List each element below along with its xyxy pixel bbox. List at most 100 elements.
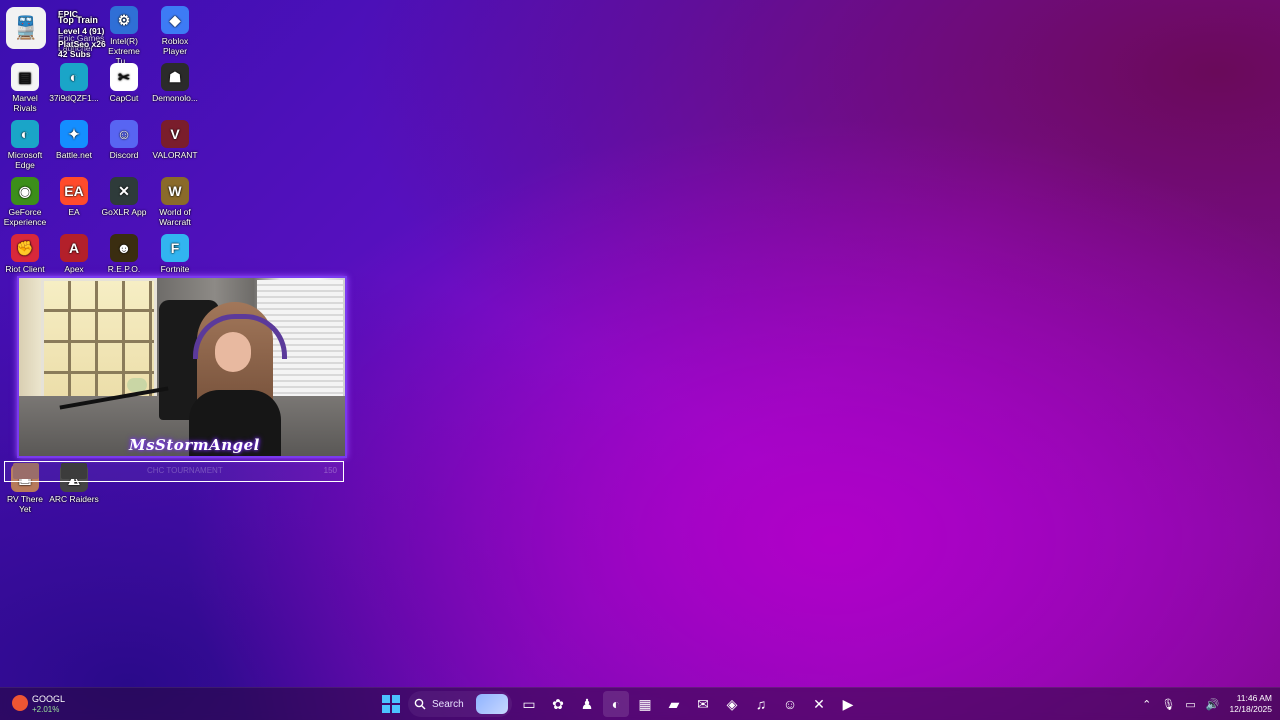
taskbar-app-clapper[interactable]: ▶ <box>835 691 861 717</box>
taskbar-app-teams[interactable]: ♟ <box>574 691 600 717</box>
windows-icon <box>382 695 400 713</box>
system-tray: ⌃ 🎙 ▭ 🔊 11:46 AM 12/18/2025 <box>1142 688 1272 720</box>
desktop-icon-label: VALORANT <box>152 150 198 160</box>
riot-icon: ✊ <box>11 234 39 262</box>
taskbar-app-task-view[interactable]: ▭ <box>516 691 542 717</box>
outlook-icon: ✉ <box>697 695 709 712</box>
microphone-icon[interactable]: 🎙 <box>1161 698 1175 711</box>
arc-raiders-thumbnail <box>61 463 87 479</box>
stock-icon <box>12 695 28 711</box>
document-icon: ▤ <box>11 63 39 91</box>
desktop-icon-discord[interactable]: ☺ Discord <box>99 120 149 160</box>
valorant-icon: V <box>161 120 189 148</box>
desktop-icon-apex[interactable]: A Apex <box>49 234 99 274</box>
desktop-icon-repo[interactable]: ☻ R.E.P.O. <box>99 234 149 274</box>
task-view-icon: ▭ <box>522 695 536 712</box>
desktop-icon-label: EA <box>68 207 80 217</box>
roblox-icon: ◆ <box>161 6 189 34</box>
desktop-icon-label: Battle.net <box>56 150 92 160</box>
badge-line-1: Top Train <box>58 15 98 25</box>
desktop-icon-demonologist[interactable]: ☗ Demonolo... <box>150 63 200 103</box>
teams-icon: ♟ <box>580 695 594 712</box>
apex-icon: A <box>60 234 88 262</box>
search-box[interactable]: Search <box>408 691 512 717</box>
desktop-icon-fortnite[interactable]: F Fortnite <box>150 234 200 274</box>
clock-date: 12/18/2025 <box>1229 704 1272 714</box>
streamer-name: MsStormAngel <box>129 436 260 454</box>
taskbar-app-clipchamp[interactable]: ◈ <box>719 691 745 717</box>
rv-thumbnail <box>13 463 39 479</box>
desktop-icon-label: Roblox Player <box>161 36 189 56</box>
discord-icon: ☺ <box>110 120 138 148</box>
taskbar-app-copilot[interactable]: ✿ <box>545 691 571 717</box>
clapper-icon: ▶ <box>842 695 854 712</box>
streamer <box>189 302 287 456</box>
clipchamp-icon: ◈ <box>726 695 738 712</box>
warcraft-icon: W <box>161 177 189 205</box>
desktop-icon-label: ARC Raiders <box>49 494 99 504</box>
desktop-icon-riot[interactable]: ✊ Riot Client <box>0 234 50 274</box>
taskbar-app-spotify[interactable]: ♫ <box>748 691 774 717</box>
taskbar: GOOGL +2.01% Search ▭ ✿ ♟ ◐ ▦ ▰ ✉ ◈ ♫ ☺ ✕ ▶ ⌃ 🎙 ▭ 🔊… <box>0 687 1280 720</box>
train-icon: 🚆 <box>6 7 46 49</box>
clock-time: 11:46 AM <box>1236 693 1272 703</box>
desktop-icon-roblox[interactable]: ◆ Roblox Player <box>150 6 200 56</box>
desktop-icon-geforce[interactable]: ◉ GeForce Experience <box>0 177 50 227</box>
desktop-icon-ea[interactable]: EA EA <box>49 177 99 217</box>
desktop-icon-label: Marvel Rivals <box>12 93 38 113</box>
discord-icon: ☺ <box>782 696 798 712</box>
speaker-icon[interactable]: 🔊 <box>1206 698 1220 711</box>
start-button[interactable] <box>378 691 404 717</box>
goal-bar-count: 150 <box>323 466 337 475</box>
desktop-icon-label: GeForce Experience <box>3 207 47 227</box>
desktop-icon-label: World of Warcraft <box>159 207 191 227</box>
taskbar-app-edge[interactable]: ◐ <box>603 691 629 717</box>
desktop-icon-intel[interactable]: ⚙ Intel(R) Extreme Tu... <box>99 6 149 66</box>
file-explorer-icon: ▰ <box>668 695 680 712</box>
edge-icon: ◐ <box>60 63 88 91</box>
intel-icon: ⚙ <box>110 6 138 34</box>
battlenet-icon: ✦ <box>60 120 88 148</box>
store-icon: ▦ <box>638 695 652 712</box>
taskbar-app-store[interactable]: ▦ <box>632 691 658 717</box>
stock-widget[interactable]: GOOGL +2.01% <box>12 692 82 716</box>
taskbar-app-excel[interactable]: ✕ <box>806 691 832 717</box>
desktop-icon-label: GoXLR App <box>101 207 147 217</box>
desktop-icon-label: CapCut <box>109 93 139 103</box>
webcam-feed: MsStormAngel <box>17 276 347 458</box>
chevron-up-icon[interactable]: ⌃ <box>1142 698 1151 711</box>
desktop-icon-valorant[interactable]: V VALORANT <box>150 120 200 160</box>
search-highlight-icon <box>476 694 508 714</box>
desktop-icon-goxlr[interactable]: ✕ GoXLR App <box>99 177 149 217</box>
excel-icon: ✕ <box>813 695 825 712</box>
desktop-icon-label: 37i9dQZF1... <box>49 93 99 103</box>
desktop-icon-document[interactable]: ▤ Marvel Rivals <box>0 63 50 113</box>
desktop-icon-capcut[interactable]: ✂ CapCut <box>99 63 149 103</box>
demonologist-icon: ☗ <box>161 63 189 91</box>
desktop-icon-edge[interactable]: ◐ 37i9dQZF1... <box>49 63 99 103</box>
desktop-icon-warcraft[interactable]: W World of Warcraft <box>150 177 200 227</box>
desktop-icon-edge[interactable]: ◐ Microsoft Edge <box>0 120 50 170</box>
repo-icon: ☻ <box>110 234 138 262</box>
desktop-icon-label: Discord <box>109 150 139 160</box>
stock-change: +2.01% <box>32 705 60 714</box>
search-placeholder: Search <box>432 698 464 710</box>
clock[interactable]: 11:46 AM 12/18/2025 <box>1229 693 1272 715</box>
network-icon[interactable]: ▭ <box>1185 698 1195 711</box>
desktop-icon-battlenet[interactable]: ✦ Battle.net <box>49 120 99 160</box>
overlay-goal-bar: CHC TOURNAMENT 150 <box>4 461 344 482</box>
goal-bar-text: CHC TOURNAMENT <box>147 466 223 475</box>
edge-icon: ◐ <box>611 696 621 712</box>
stream-overlay: MsStormAngel CHC TOURNAMENT 150 <box>3 272 347 482</box>
fortnite-icon: F <box>161 234 189 262</box>
badge-line-3: 42 Subs <box>58 49 91 59</box>
taskbar-app-file-explorer[interactable]: ▰ <box>661 691 687 717</box>
taskbar-app-discord[interactable]: ☺ <box>777 691 803 717</box>
geforce-icon: ◉ <box>11 177 39 205</box>
edge-icon: ◐ <box>11 120 39 148</box>
copilot-icon: ✿ <box>552 695 564 712</box>
search-icon <box>414 698 426 710</box>
desktop-icon-label: Microsoft Edge <box>7 150 43 170</box>
goxlr-icon: ✕ <box>110 177 138 205</box>
taskbar-app-outlook[interactable]: ✉ <box>690 691 716 717</box>
